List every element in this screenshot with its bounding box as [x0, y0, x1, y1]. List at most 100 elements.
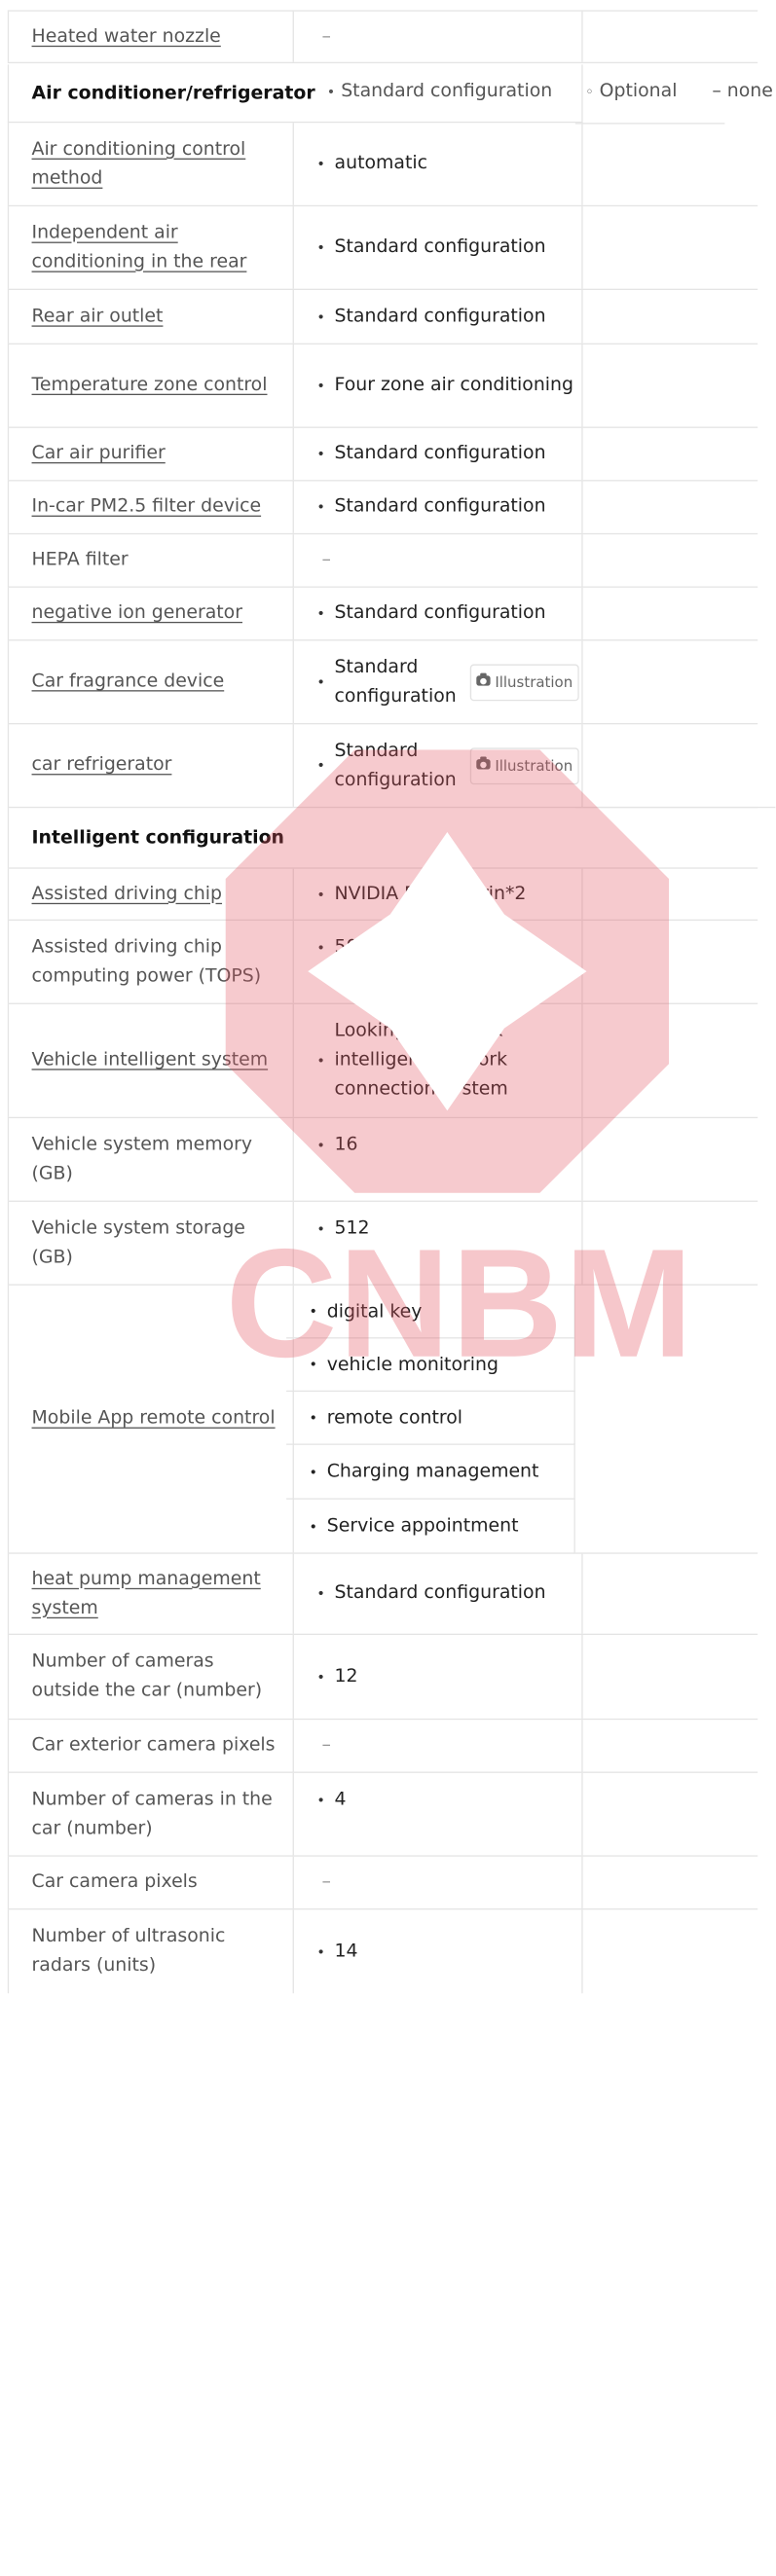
spec-row: Vehicle system memory (GB) • 16: [7, 1118, 758, 1202]
dash-icon: –: [712, 81, 721, 102]
spec-row: Number of cameras outside the car (numbe…: [7, 1634, 758, 1721]
spec-label: Number of ultrasonic radars (units): [7, 1909, 294, 1994]
spec-label[interactable]: Air conditioning control method: [7, 123, 294, 205]
spec-label: HEPA filter: [7, 534, 294, 587]
bullet-icon: •: [309, 1463, 317, 1480]
spec-value: –: [294, 1856, 583, 1909]
bullet-icon: •: [316, 308, 325, 325]
spec-label: Car exterior camera pixels: [7, 1720, 294, 1772]
bullet-icon: •: [316, 377, 325, 394]
spec-value: • Standard configuration: [294, 427, 583, 481]
spec-row: Assisted driving chip computing power (T…: [7, 921, 758, 1004]
spec-value: • Standard configuration Illustration: [294, 640, 583, 724]
spec-row: Number of ultrasonic radars (units) • 14: [7, 1909, 758, 1994]
bullet-icon: •: [316, 446, 325, 462]
bullet-icon: •: [316, 498, 325, 516]
camera-icon: [475, 756, 491, 770]
legend-standard: • Standard configuration: [326, 81, 553, 102]
bullet-icon: •: [309, 1409, 317, 1427]
spec-label[interactable]: Car air purifier: [7, 427, 294, 481]
camera-icon: [475, 672, 491, 686]
bullet-icon: •: [316, 886, 325, 903]
bullet-hollow-icon: ◦: [585, 83, 594, 100]
spec-value: • Standard configuration Illustration: [294, 724, 583, 807]
spec-label[interactable]: Heated water nozzle: [7, 11, 294, 62]
spec-row: Air conditioning control method • automat…: [7, 123, 758, 207]
spec-value: • Charging management: [286, 1444, 575, 1500]
bullet-icon: •: [316, 1052, 325, 1070]
spec-label[interactable]: Car fragrance device: [7, 640, 294, 724]
spec-label[interactable]: In-car PM2.5 filter device: [7, 481, 294, 533]
illustration-button[interactable]: Illustration: [469, 663, 579, 701]
spec-label[interactable]: Independent air conditioning in the rear: [7, 206, 294, 289]
section-header-intelligent: Intelligent configuration: [7, 808, 294, 868]
spec-label: Assisted driving chip computing power (T…: [7, 921, 294, 1003]
spec-row: car refrigerator • Standard configuration…: [7, 724, 758, 809]
bullet-icon: •: [316, 238, 325, 256]
spec-label[interactable]: Vehicle intelligent system: [7, 1003, 294, 1117]
spec-value: • Standard configuration: [294, 587, 583, 640]
spec-value: • Standard configuration: [294, 481, 583, 533]
spec-label[interactable]: negative ion generator: [7, 587, 294, 640]
spec-label: Vehicle system memory (GB): [7, 1118, 294, 1201]
spec-row: negative ion generator • Standard configu…: [7, 587, 758, 641]
spec-row: Car camera pixels –: [7, 1856, 758, 1910]
spec-row: Rear air outlet • Standard configuration: [7, 289, 758, 345]
spec-label[interactable]: heat pump management system: [7, 1553, 294, 1634]
bullet-icon: •: [316, 1792, 325, 1809]
spec-label[interactable]: Rear air outlet: [7, 289, 294, 344]
spec-row: Vehicle intelligent system • Looking up t…: [7, 1003, 758, 1119]
spec-page: Heated water nozzle – Air conditioner/re…: [0, 0, 776, 2576]
bullet-icon: •: [316, 1585, 325, 1603]
spec-value: • 12: [294, 1634, 583, 1719]
spec-row: In-car PM2.5 filter device • Standard con…: [7, 481, 758, 535]
spec-value: –: [294, 11, 583, 62]
spec-value: –: [294, 534, 583, 587]
spec-value: • Standard configuration: [294, 1553, 583, 1634]
spec-value: • Standard configuration: [294, 206, 583, 289]
spec-value: • 16: [294, 1118, 583, 1201]
bullet-icon: •: [309, 1517, 317, 1535]
bullet-icon: •: [316, 605, 325, 622]
bullet-icon: •: [316, 1137, 325, 1154]
spec-label: Number of cameras outside the car (numbe…: [7, 1634, 294, 1719]
spec-row: Heated water nozzle –: [7, 10, 758, 64]
spec-value: • 14: [294, 1909, 583, 1994]
bullet-icon: •: [316, 757, 325, 775]
spec-value: • Four zone air conditioning: [294, 344, 583, 427]
spec-value: • remote control: [286, 1392, 575, 1445]
spec-value: • 508: [294, 921, 583, 1003]
legend-optional: ◦ Optional: [585, 81, 678, 102]
bullet-filled-icon: •: [326, 83, 336, 100]
spec-row: HEPA filter –: [7, 534, 758, 588]
spec-row: Independent air conditioning in the rear…: [7, 206, 758, 290]
spec-label[interactable]: Temperature zone control: [7, 344, 294, 427]
spec-value: • Service appointment: [286, 1499, 575, 1553]
bullet-icon: •: [316, 939, 325, 957]
spec-row: Car air purifier • Standard configuration: [7, 427, 758, 482]
bullet-icon: •: [316, 1668, 325, 1686]
bullet-icon: •: [316, 1942, 325, 1960]
illustration-button[interactable]: Illustration: [469, 746, 579, 784]
section-divider: [574, 806, 776, 809]
bullet-icon: •: [316, 673, 325, 691]
spec-value: • 4: [294, 1772, 583, 1856]
spec-value: • Looking up to Link intelligent network …: [294, 1003, 583, 1117]
spec-value: –: [294, 1720, 583, 1772]
spec-value: • automatic: [294, 123, 583, 205]
legend-none: – none: [712, 81, 773, 102]
bullet-icon: •: [316, 156, 325, 172]
spec-label: Car camera pixels: [7, 1856, 294, 1909]
spec-row: Car exterior camera pixels –: [7, 1720, 758, 1773]
spec-row: Temperature zone control • Four zone air …: [7, 344, 758, 428]
spec-row: heat pump management system • Standard co…: [7, 1553, 758, 1635]
spec-label[interactable]: car refrigerator: [7, 724, 294, 807]
spec-value: • NVIDIA DRIVE Orin*2: [294, 868, 583, 920]
spec-row: Car fragrance device • Standard configura…: [7, 640, 758, 725]
spec-label[interactable]: Assisted driving chip: [7, 868, 294, 920]
spec-row: Assisted driving chip • NVIDIA DRIVE Orin…: [7, 867, 758, 922]
spec-value: • Standard configuration: [294, 289, 583, 344]
spec-label: Number of cameras in the car (number): [7, 1772, 294, 1856]
spec-row: Number of cameras in the car (number) • 4: [7, 1772, 758, 1857]
watermark-text: CNBM: [225, 1216, 695, 1390]
